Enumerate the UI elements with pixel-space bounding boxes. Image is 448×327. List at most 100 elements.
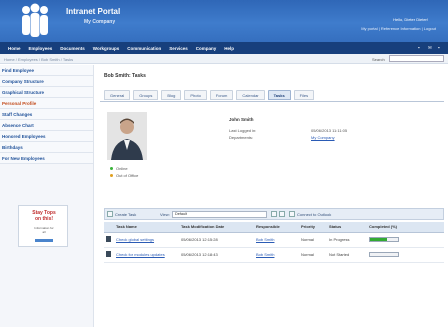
tab-calendar[interactable]: Calendar — [236, 90, 265, 100]
breadcrumb-bar: Home / Employees / Bob Smith / Tasks Sea… — [0, 54, 448, 64]
task-menu-icon[interactable] — [106, 236, 111, 242]
settings-icon[interactable]: ▪ — [438, 45, 442, 50]
breadcrumb[interactable]: Home / Employees / Bob Smith / Tasks — [4, 57, 73, 62]
task-cell-icon — [104, 247, 114, 263]
task-name-link[interactable]: Check for modules updates — [116, 252, 165, 257]
sidebar-item-graphical-structure[interactable]: Graphical Structure — [0, 87, 93, 98]
main-menu: Home Employees Documents Workgroups Comm… — [0, 42, 448, 54]
sidebar-item-honored-employees[interactable]: Honored Employees — [0, 131, 93, 142]
mail-icon[interactable]: ✉ — [428, 45, 432, 50]
create-task-button[interactable]: Create Task — [115, 212, 136, 217]
task-cell-status: Not Started — [327, 247, 367, 263]
progress-bar — [369, 252, 399, 257]
task-cell-name: Check for modules updates — [114, 247, 179, 263]
task-toolbar: Create Task View: Default Connect to Out… — [104, 208, 444, 220]
tab-blog[interactable]: Blog — [161, 90, 182, 100]
view-edit-icon[interactable] — [279, 211, 285, 217]
tab-files[interactable]: Files — [293, 90, 315, 100]
task-cell-date: 05/06/2013 12:15:28 — [179, 232, 254, 248]
progress-fill — [370, 238, 387, 241]
menu-item-home[interactable]: Home — [8, 46, 21, 51]
menu-item-workgroups[interactable]: Workgroups — [93, 46, 119, 51]
company-name: My Company — [84, 19, 116, 25]
view-label: View: — [160, 212, 170, 217]
tab-forum[interactable]: Forum — [209, 90, 234, 100]
status-online-label: Online — [116, 166, 128, 171]
departments-link[interactable]: My Company — [311, 135, 335, 140]
view-select[interactable]: Default — [172, 211, 267, 218]
sidebar-item-personal-profile[interactable]: Personal Profile — [0, 98, 93, 109]
promo-title: Stay Tops on this! — [32, 210, 56, 222]
column-header-icon — [104, 222, 114, 233]
task-cell-responsible: Bob Smith — [254, 247, 299, 263]
menu-item-help[interactable]: Help — [224, 46, 234, 51]
responsible-link[interactable]: Bob Smith — [256, 252, 274, 257]
table-row[interactable]: Check for modules updates 05/06/2013 12:… — [104, 247, 444, 263]
page-title: Bob Smith: Tasks — [104, 73, 146, 79]
menu-item-company[interactable]: Company — [196, 46, 217, 51]
table-row[interactable]: Check global settings 05/06/2013 12:15:2… — [104, 232, 444, 248]
column-header-responsible[interactable]: Responsible — [254, 222, 299, 233]
user-greeting: Hello, Dieter Dieter! — [393, 17, 428, 22]
print-icon[interactable]: ▪ — [418, 45, 422, 50]
column-header-status[interactable]: Status — [327, 222, 367, 233]
search-label: Search — [372, 57, 385, 62]
task-cell-completed — [367, 247, 444, 263]
sidebar-item-absence-chart[interactable]: Absence Chart — [0, 120, 93, 131]
promo-button[interactable] — [35, 239, 53, 242]
sidebar-item-birthdays[interactable]: Birthdays — [0, 142, 93, 153]
tab-tasks[interactable]: Tasks — [267, 90, 291, 100]
tab-groups[interactable]: Groups — [133, 90, 159, 100]
task-cell-icon — [104, 232, 114, 248]
task-cell-responsible: Bob Smith — [254, 232, 299, 248]
menu-item-employees[interactable]: Employees — [29, 46, 53, 51]
header-links[interactable]: My portal | Reference Information | Logo… — [361, 26, 436, 31]
tab-divider — [100, 101, 444, 102]
online-dot-icon — [110, 167, 113, 170]
menu-item-communication[interactable]: Communication — [127, 46, 161, 51]
promo-banner[interactable]: Stay Tops on this! Information for all — [18, 205, 68, 247]
last-login-value: 05/06/2013 11:11:05 — [311, 128, 348, 133]
menu-tools: ▪ ✉ ▪ — [418, 45, 442, 50]
menu-item-services[interactable]: Services — [169, 46, 188, 51]
column-header-completed[interactable]: Completed (%) — [367, 222, 444, 233]
profile-tabs: General Groups Blog Photo Forum Calendar… — [104, 90, 317, 101]
task-table: Task Name Task Modification Date Respons… — [104, 222, 444, 263]
task-cell-completed — [367, 232, 444, 248]
sidebar-item-staff-changes[interactable]: Staff Changes — [0, 109, 93, 120]
table-header-row: Task Name Task Modification Date Respons… — [104, 222, 444, 233]
responsible-link[interactable]: Bob Smith — [256, 237, 274, 242]
tab-photo[interactable]: Photo — [184, 90, 207, 100]
sidebar-item-find-employee[interactable]: Find Employee — [0, 65, 93, 76]
column-header-modified[interactable]: Task Modification Date — [179, 222, 254, 233]
sidebar-item-company-structure[interactable]: Company Structure — [0, 76, 93, 87]
user-photo — [107, 112, 147, 160]
last-login-label: Last Logged in: — [229, 128, 257, 133]
promo-text: Information for all — [34, 226, 54, 234]
task-menu-icon[interactable] — [106, 251, 111, 257]
status-out-label: Out of Office — [116, 173, 139, 178]
portal-header: Intranet Portal My Company Hello, Dieter… — [0, 0, 448, 42]
task-cell-name: Check global settings — [114, 232, 179, 248]
tab-general[interactable]: General — [104, 90, 131, 100]
portal-title[interactable]: Intranet Portal — [66, 7, 120, 16]
status-online: Online — [110, 166, 128, 171]
left-sidebar: Find Employee Company Structure Graphica… — [0, 65, 94, 327]
task-cell-priority: Normal — [299, 232, 327, 248]
search-input[interactable] — [389, 55, 444, 62]
create-task-icon[interactable] — [107, 211, 113, 217]
user-name: John Smith — [229, 117, 254, 122]
task-name-link[interactable]: Check global settings — [116, 237, 154, 242]
sidebar-item-new-employees[interactable]: For New Employees — [0, 153, 93, 164]
task-cell-status: In Progress — [327, 232, 367, 248]
view-settings-icon[interactable] — [271, 211, 277, 217]
column-header-priority[interactable]: Priority — [299, 222, 327, 233]
portal-logo-icon[interactable] — [16, 3, 52, 39]
connect-outlook-link[interactable]: Connect to Outlook — [297, 212, 331, 217]
menu-item-documents[interactable]: Documents — [60, 46, 85, 51]
status-out-of-office: Out of Office — [110, 173, 138, 178]
column-header-task-name[interactable]: Task Name — [114, 222, 179, 233]
away-dot-icon — [110, 174, 113, 177]
progress-bar — [369, 237, 399, 242]
outlook-icon[interactable] — [289, 211, 295, 217]
